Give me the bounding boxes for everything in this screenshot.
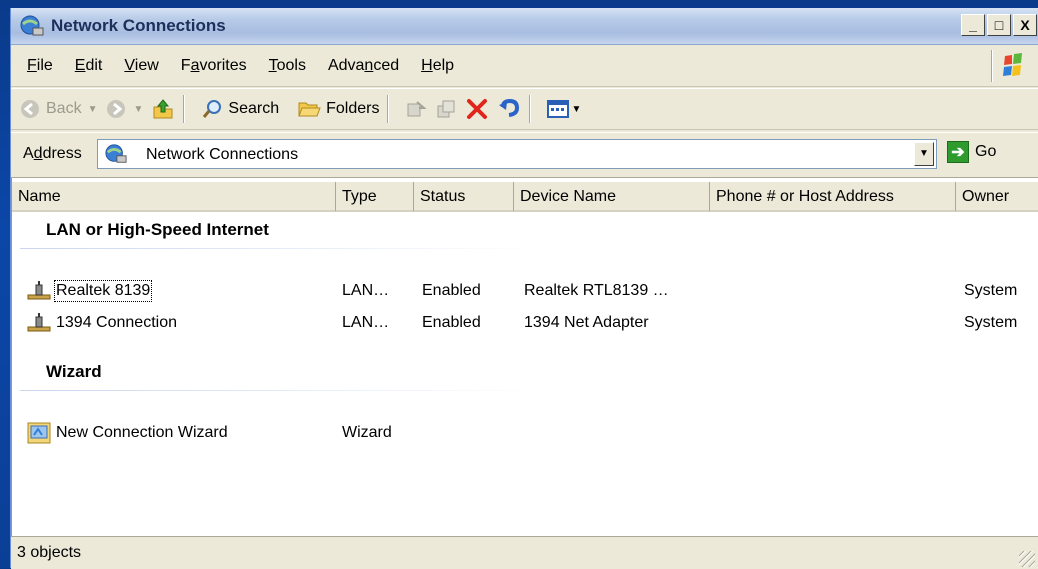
item-name[interactable]: New Connection Wizard (56, 424, 228, 442)
undo-icon (499, 98, 520, 117)
undo-button[interactable] (497, 97, 521, 121)
group-header-lan: LAN or High-Speed Internet (46, 220, 269, 239)
search-icon (203, 100, 222, 118)
column-header-status[interactable]: Status (414, 182, 514, 212)
item-type: LAN… (342, 314, 390, 331)
menu-bar: File Edit View Favorites Tools Advanced … (11, 46, 1038, 87)
column-headers: Name Type Status Device Name Phone # or … (12, 182, 1038, 212)
item-status: Enabled (422, 314, 481, 331)
delete-icon (467, 99, 488, 119)
title-bar[interactable]: Network Connections _ □ X (11, 8, 1038, 45)
address-label: Address (23, 145, 82, 162)
group-header-wizard: Wizard (46, 362, 102, 381)
item-device-name: 1394 Net Adapter (524, 314, 649, 331)
menu-edit[interactable]: Edit (69, 57, 109, 75)
column-header-phone-host[interactable]: Phone # or Host Address (710, 182, 956, 212)
window-title: Network Connections (51, 16, 226, 35)
column-header-name[interactable]: Name (12, 182, 336, 212)
toolbar-separator (387, 95, 390, 123)
go-arrow-icon: ➔ (947, 141, 969, 163)
maximize-button[interactable]: □ (987, 14, 1011, 36)
back-label: Back (46, 100, 82, 117)
network-connections-icon (20, 15, 44, 36)
go-button[interactable]: ➔ Go (947, 141, 996, 163)
back-dropdown-icon[interactable]: ▼ (88, 104, 98, 115)
copy-to-icon (437, 100, 455, 118)
item-type: LAN… (342, 282, 390, 299)
views-icon (547, 100, 570, 118)
close-button[interactable]: X (1013, 14, 1037, 36)
list-item[interactable]: New Connection Wizard Wizard (12, 418, 1038, 450)
item-owner: System (964, 282, 1018, 299)
resize-grip-icon[interactable] (1019, 551, 1035, 567)
address-dropdown-button[interactable]: ▼ (914, 142, 934, 166)
search-label: Search (228, 100, 280, 117)
menu-view[interactable]: View (118, 57, 164, 75)
forward-arrow-icon (107, 100, 126, 118)
connections-list[interactable]: Name Type Status Device Name Phone # or … (11, 178, 1038, 536)
minimize-button[interactable]: _ (961, 14, 985, 36)
item-owner: System (964, 314, 1018, 331)
column-header-device-name[interactable]: Device Name (514, 182, 710, 212)
address-bar: Address Network Connections ▼ ➔ Go (11, 132, 1038, 178)
group-divider (20, 248, 540, 249)
list-item[interactable]: 1394 Connection LAN… Enabled 1394 Net Ad… (12, 308, 1038, 340)
back-button[interactable]: Back ▼ (19, 98, 97, 120)
status-text: 3 objects (17, 544, 82, 561)
lan-connection-icon (27, 281, 51, 300)
folders-label: Folders (326, 100, 380, 117)
status-bar: 3 objects (11, 536, 1038, 569)
group-divider (20, 390, 540, 391)
move-to-icon (407, 101, 428, 117)
item-status: Enabled (422, 282, 481, 299)
forward-dropdown-icon[interactable]: ▼ (133, 104, 143, 115)
item-type: Wizard (342, 424, 392, 441)
search-button[interactable]: Search (201, 98, 279, 120)
go-label: Go (975, 143, 997, 160)
standard-toolbar: Back ▼ ▼ Search Folders ▼ (11, 88, 1038, 130)
address-input[interactable]: Network Connections ▼ (97, 139, 937, 169)
wizard-icon (27, 422, 51, 444)
toolbar-separator (529, 95, 532, 123)
delete-button[interactable] (465, 97, 489, 121)
network-connections-icon (105, 144, 127, 163)
item-name[interactable]: 1394 Connection (56, 314, 177, 332)
explorer-window: Network Connections _ □ X File Edit View… (10, 8, 1038, 569)
up-folder-button[interactable] (151, 97, 175, 121)
folders-icon (298, 102, 321, 117)
menu-help[interactable]: Help (415, 57, 460, 75)
copy-to-button[interactable] (435, 98, 457, 120)
menu-advanced[interactable]: Advanced (322, 57, 405, 75)
menu-tools[interactable]: Tools (263, 57, 312, 75)
views-dropdown-icon: ▼ (571, 103, 582, 115)
lan-connection-icon (27, 313, 51, 332)
address-value: Network Connections (146, 146, 299, 163)
menu-favorites[interactable]: Favorites (175, 57, 253, 75)
folders-button[interactable]: Folders (297, 98, 379, 120)
toolbar-separator (183, 95, 186, 123)
menu-file[interactable]: File (21, 57, 59, 75)
column-header-type[interactable]: Type (336, 182, 414, 212)
list-item[interactable]: Realtek 8139 LAN… Enabled Realtek RTL813… (12, 276, 1038, 308)
forward-button[interactable]: ▼ (105, 98, 143, 120)
back-arrow-icon (21, 100, 39, 118)
column-header-owner[interactable]: Owner (956, 182, 1038, 212)
move-to-button[interactable] (405, 98, 428, 120)
up-folder-icon (153, 99, 173, 119)
windows-logo-icon (992, 50, 1033, 82)
item-device-name: Realtek RTL8139 … (524, 282, 669, 299)
item-name[interactable]: Realtek 8139 (53, 280, 153, 302)
views-button[interactable]: ▼ (547, 99, 581, 119)
